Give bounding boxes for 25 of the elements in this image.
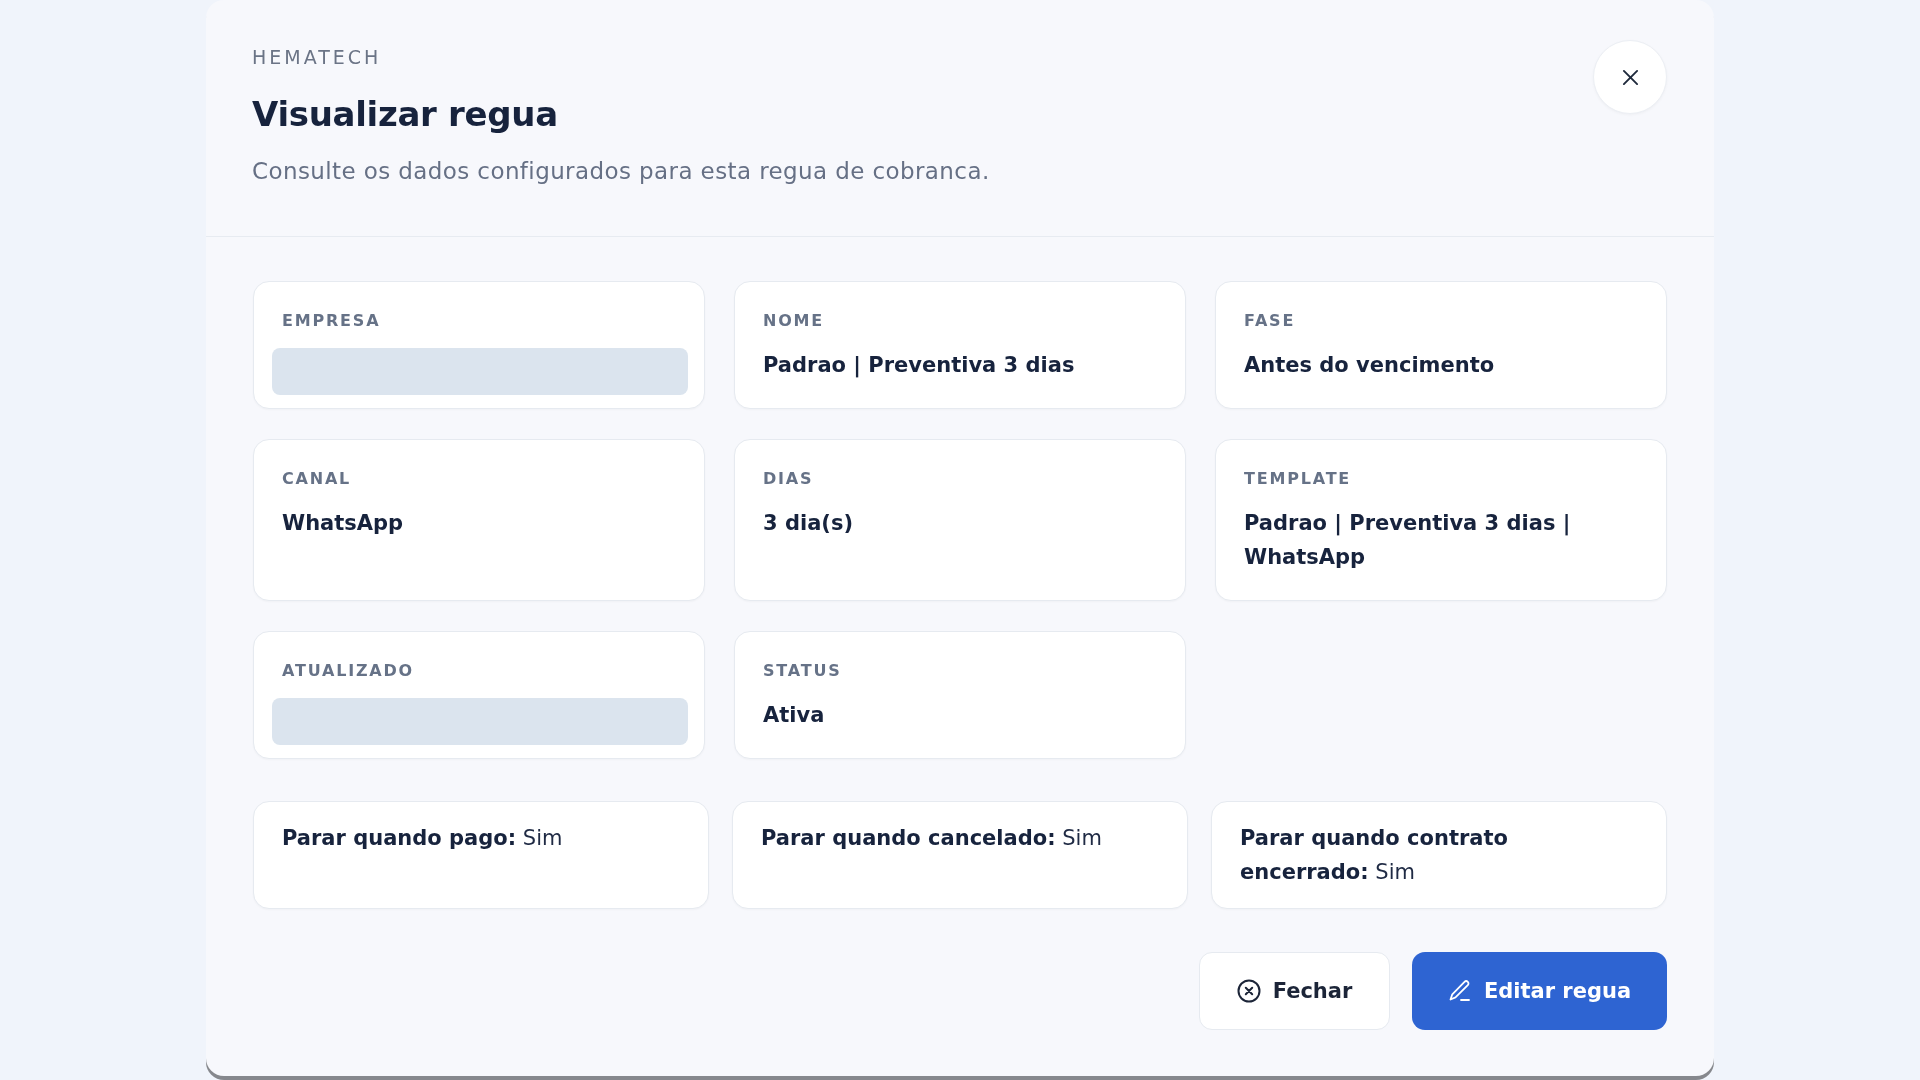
pencil-icon: [1447, 979, 1472, 1003]
close-icon: [1621, 68, 1639, 86]
close-dialog-button[interactable]: Fechar: [1199, 952, 1390, 1030]
field-value: Antes do vencimento: [1244, 352, 1496, 379]
dialog-subtitle: Consulte os dados configurados para esta regua de cobranca.: [252, 157, 990, 186]
field-label: ATUALIZADO: [282, 660, 415, 682]
stop-rule-text: Parar quando pago: Sim: [282, 825, 564, 852]
field-value: WhatsApp: [282, 510, 405, 537]
stop-rule-text: Parar quando cancelado: Sim: [761, 825, 1103, 852]
field-label: NOME: [763, 310, 826, 332]
field-label: STATUS: [763, 660, 843, 682]
field-label: DIAS: [763, 468, 815, 490]
field-value: 3 dia(s): [763, 510, 855, 537]
field-value: Padrao | Preventiva 3 dias | WhatsApp: [1244, 510, 1572, 571]
field-label: FASE: [1244, 310, 1297, 332]
field-label: EMPRESA: [282, 310, 382, 332]
stop-rule-text: Parar quando contrato encerrado: Sim: [1240, 825, 1509, 886]
field-label: CANAL: [282, 468, 353, 490]
field-value: Padrao | Preventiva 3 dias: [763, 352, 1076, 380]
field-label: TEMPLATE: [1244, 468, 1353, 490]
dialog-title: Visualizar regua: [252, 93, 559, 136]
company-name: HEMATECH: [252, 45, 383, 69]
field-value: Ativa: [763, 702, 826, 729]
edit-button[interactable]: Editar regua: [1412, 952, 1667, 1030]
circle-x-icon: [1236, 979, 1261, 1003]
